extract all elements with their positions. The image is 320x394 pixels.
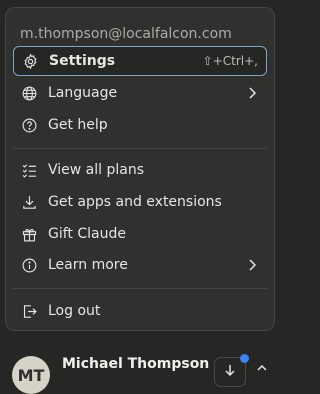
user-name[interactable]: Michael Thompson <box>62 356 209 372</box>
download-icon <box>20 193 38 211</box>
logout-icon <box>20 302 38 320</box>
menu-item-label: Get help <box>48 117 108 133</box>
checklist-icon <box>20 161 38 179</box>
avatar[interactable]: MT <box>12 356 50 394</box>
chevron-right-icon <box>249 87 257 99</box>
account-menu: m.thompson@localfalcon.com Settings ⇧+Ct… <box>5 7 275 331</box>
keyboard-shortcut: ⇧+Ctrl+, <box>202 54 258 68</box>
gear-icon <box>21 52 39 70</box>
menu-item-label: Settings <box>49 53 116 69</box>
help-circle-icon <box>20 116 38 134</box>
menu-item-label: Learn more <box>48 257 128 273</box>
menu-item-label: View all plans <box>48 162 145 178</box>
menu-item-get-apps[interactable]: Get apps and extensions <box>13 187 267 217</box>
menu-item-label: Log out <box>48 303 101 319</box>
globe-icon <box>20 84 38 102</box>
menu-item-settings[interactable]: Settings ⇧+Ctrl+, <box>13 46 267 76</box>
menu-item-label: Get apps and extensions <box>48 194 222 210</box>
menu-item-label: Gift Claude <box>48 226 126 242</box>
menu-item-get-help[interactable]: Get help <box>13 110 267 140</box>
menu-item-log-out[interactable]: Log out <box>13 296 267 326</box>
account-email: m.thompson@localfalcon.com <box>20 26 232 42</box>
menu-item-learn-more[interactable]: Learn more <box>13 250 267 280</box>
menu-divider <box>13 288 267 289</box>
menu-item-label: Language <box>48 85 118 101</box>
menu-item-language[interactable]: Language <box>13 78 267 108</box>
user-bar: MT Michael Thompson <box>0 342 294 394</box>
chevron-up-icon[interactable] <box>256 362 268 372</box>
menu-item-view-all-plans[interactable]: View all plans <box>13 155 267 185</box>
menu-item-gift-claude[interactable]: Gift Claude <box>13 219 267 249</box>
gift-icon <box>20 225 38 243</box>
notification-dot <box>240 354 249 363</box>
menu-divider <box>13 148 267 149</box>
download-icon <box>225 365 235 377</box>
chevron-right-icon <box>249 259 257 271</box>
info-icon <box>20 256 38 274</box>
